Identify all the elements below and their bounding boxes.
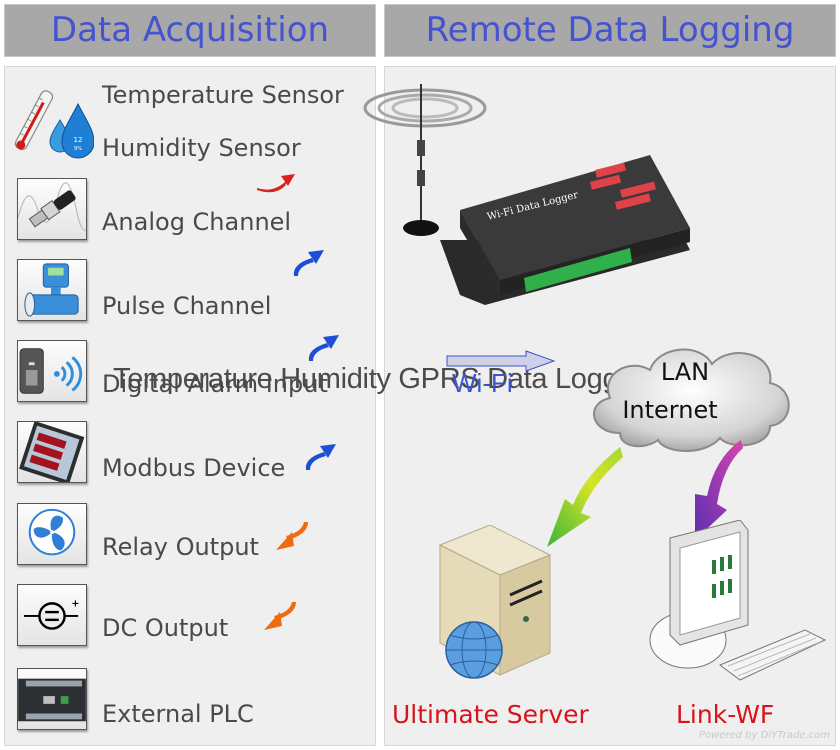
fan-icon [17, 503, 87, 565]
svg-text:9%: 9% [74, 146, 82, 152]
arrow-blue-icon [305, 444, 336, 470]
arrow-orange-icon [276, 522, 308, 550]
remote-data-logging-header: Remote Data Logging [384, 4, 836, 57]
item-modbus-device: Modbus Device [102, 454, 286, 482]
svg-text:12: 12 [74, 136, 83, 144]
item-relay-output: Relay Output [102, 533, 259, 561]
item-humidity-sensor: Humidity Sensor [102, 134, 301, 162]
plc-icon [17, 668, 87, 730]
data-acquisition-header: Data Acquisition [4, 4, 376, 57]
wifi-label: Wi-Fi [452, 368, 513, 398]
network-internet-label: Internet [622, 396, 718, 424]
thermometer-icon [14, 90, 53, 151]
item-dc-output: DC Output [102, 614, 229, 642]
data-logger-device: Wi-Fi Data Logger [440, 155, 690, 305]
flow-meter-icon [17, 259, 87, 321]
wireless-detector-icon [17, 340, 87, 402]
device-overlay-title: Temperature Humidity GPRS Data Logger [113, 363, 644, 395]
ultimate-server-label: Ultimate Server [392, 700, 589, 729]
item-external-plc: External PLC [102, 700, 254, 728]
water-drop-icon: 12 9% [49, 102, 94, 159]
arrow-red-icon [257, 174, 295, 193]
link-wf-label: Link-WF [676, 700, 775, 729]
network-lan-label: LAN [660, 358, 710, 386]
arrow-orange-icon [264, 602, 296, 630]
arrow-blue-icon [293, 250, 324, 276]
item-analog-channel: Analog Channel [102, 208, 292, 236]
computer-icon [649, 520, 827, 681]
svg-text:+: + [71, 598, 79, 609]
panel-meter-icon [17, 421, 87, 483]
item-pulse-channel: Pulse Channel [102, 292, 272, 320]
pressure-transmitter-icon [17, 178, 87, 240]
server-icon [438, 525, 552, 679]
watermark: Powered by DIYTrade.com [698, 730, 830, 741]
dc-source-icon: + [17, 584, 87, 646]
arrow-blue-icon [308, 335, 339, 361]
item-temperature-sensor: Temperature Sensor [102, 81, 344, 109]
